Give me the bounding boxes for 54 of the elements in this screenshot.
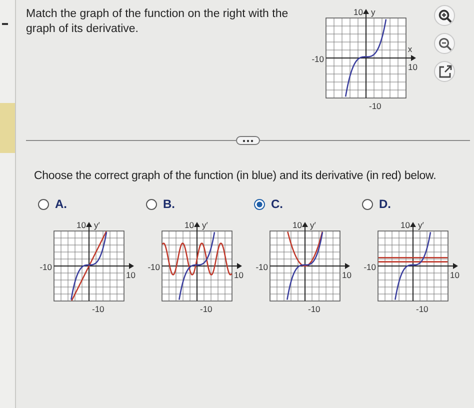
question-text: Match the graph of the function on the right with the graph of its derivative. (26, 7, 290, 37)
grid (270, 230, 340, 302)
expand-button[interactable] (236, 136, 260, 145)
tick-label: -10 (364, 262, 376, 272)
derivative-curve (287, 232, 323, 267)
collapse-handle[interactable] (2, 23, 8, 25)
tick-label: -10 (369, 101, 382, 111)
tick-label: 10 (126, 270, 136, 280)
tick-label: -10 (308, 304, 320, 314)
option-label: C. (271, 197, 283, 211)
tick-label: -10 (416, 304, 428, 314)
y-axis-label: y′ (202, 220, 208, 230)
tick-label: 10 (184, 220, 194, 230)
pop-out-button[interactable] (434, 61, 455, 82)
function-curve (394, 232, 432, 300)
tick-label: -10 (312, 54, 324, 64)
tick-label: 10 (342, 270, 352, 280)
pop-out-icon (438, 64, 452, 78)
zoom-in-icon (438, 8, 452, 22)
tick-label: 10 (408, 62, 418, 72)
tick-label: 10 (400, 220, 410, 230)
tick-label: 10 (292, 220, 302, 230)
tick-label: -10 (148, 262, 160, 272)
tick-label: -10 (40, 262, 52, 272)
radio-button[interactable] (38, 198, 49, 210)
radio-button[interactable] (362, 198, 373, 210)
y-axis-label: y′ (418, 220, 424, 230)
instruction-text: Choose the correct graph of the function (in blue) and its derivative (in red) below. (34, 170, 438, 182)
zoom-in-button[interactable] (434, 5, 455, 26)
x-axis-label: x (408, 44, 412, 54)
function-curve (178, 232, 216, 300)
ellipsis-icon (242, 138, 254, 142)
side-marker (0, 103, 15, 153)
radio-button[interactable] (254, 198, 265, 210)
tick-label: -10 (92, 304, 104, 314)
derivative-curve (162, 242, 232, 276)
tick-label: 10 (450, 270, 460, 280)
zoom-out-icon (438, 36, 452, 50)
grid (378, 230, 448, 302)
tick-label: 10 (76, 220, 86, 230)
y-axis-label: y′ (94, 220, 100, 230)
tick-label: -10 (200, 304, 212, 314)
tick-label: 10 (234, 270, 244, 280)
radio-button[interactable] (146, 198, 157, 210)
option-label: B. (163, 197, 175, 211)
option-label: A. (55, 197, 67, 211)
tick-label: 10 (354, 7, 363, 17)
y-axis-label: y′ (310, 220, 316, 230)
option-label: D. (379, 197, 391, 211)
grid (54, 230, 124, 302)
y-axis-label: y (371, 7, 376, 17)
zoom-out-button[interactable] (434, 33, 455, 54)
tick-label: -10 (256, 262, 268, 272)
function-curve (286, 232, 324, 300)
